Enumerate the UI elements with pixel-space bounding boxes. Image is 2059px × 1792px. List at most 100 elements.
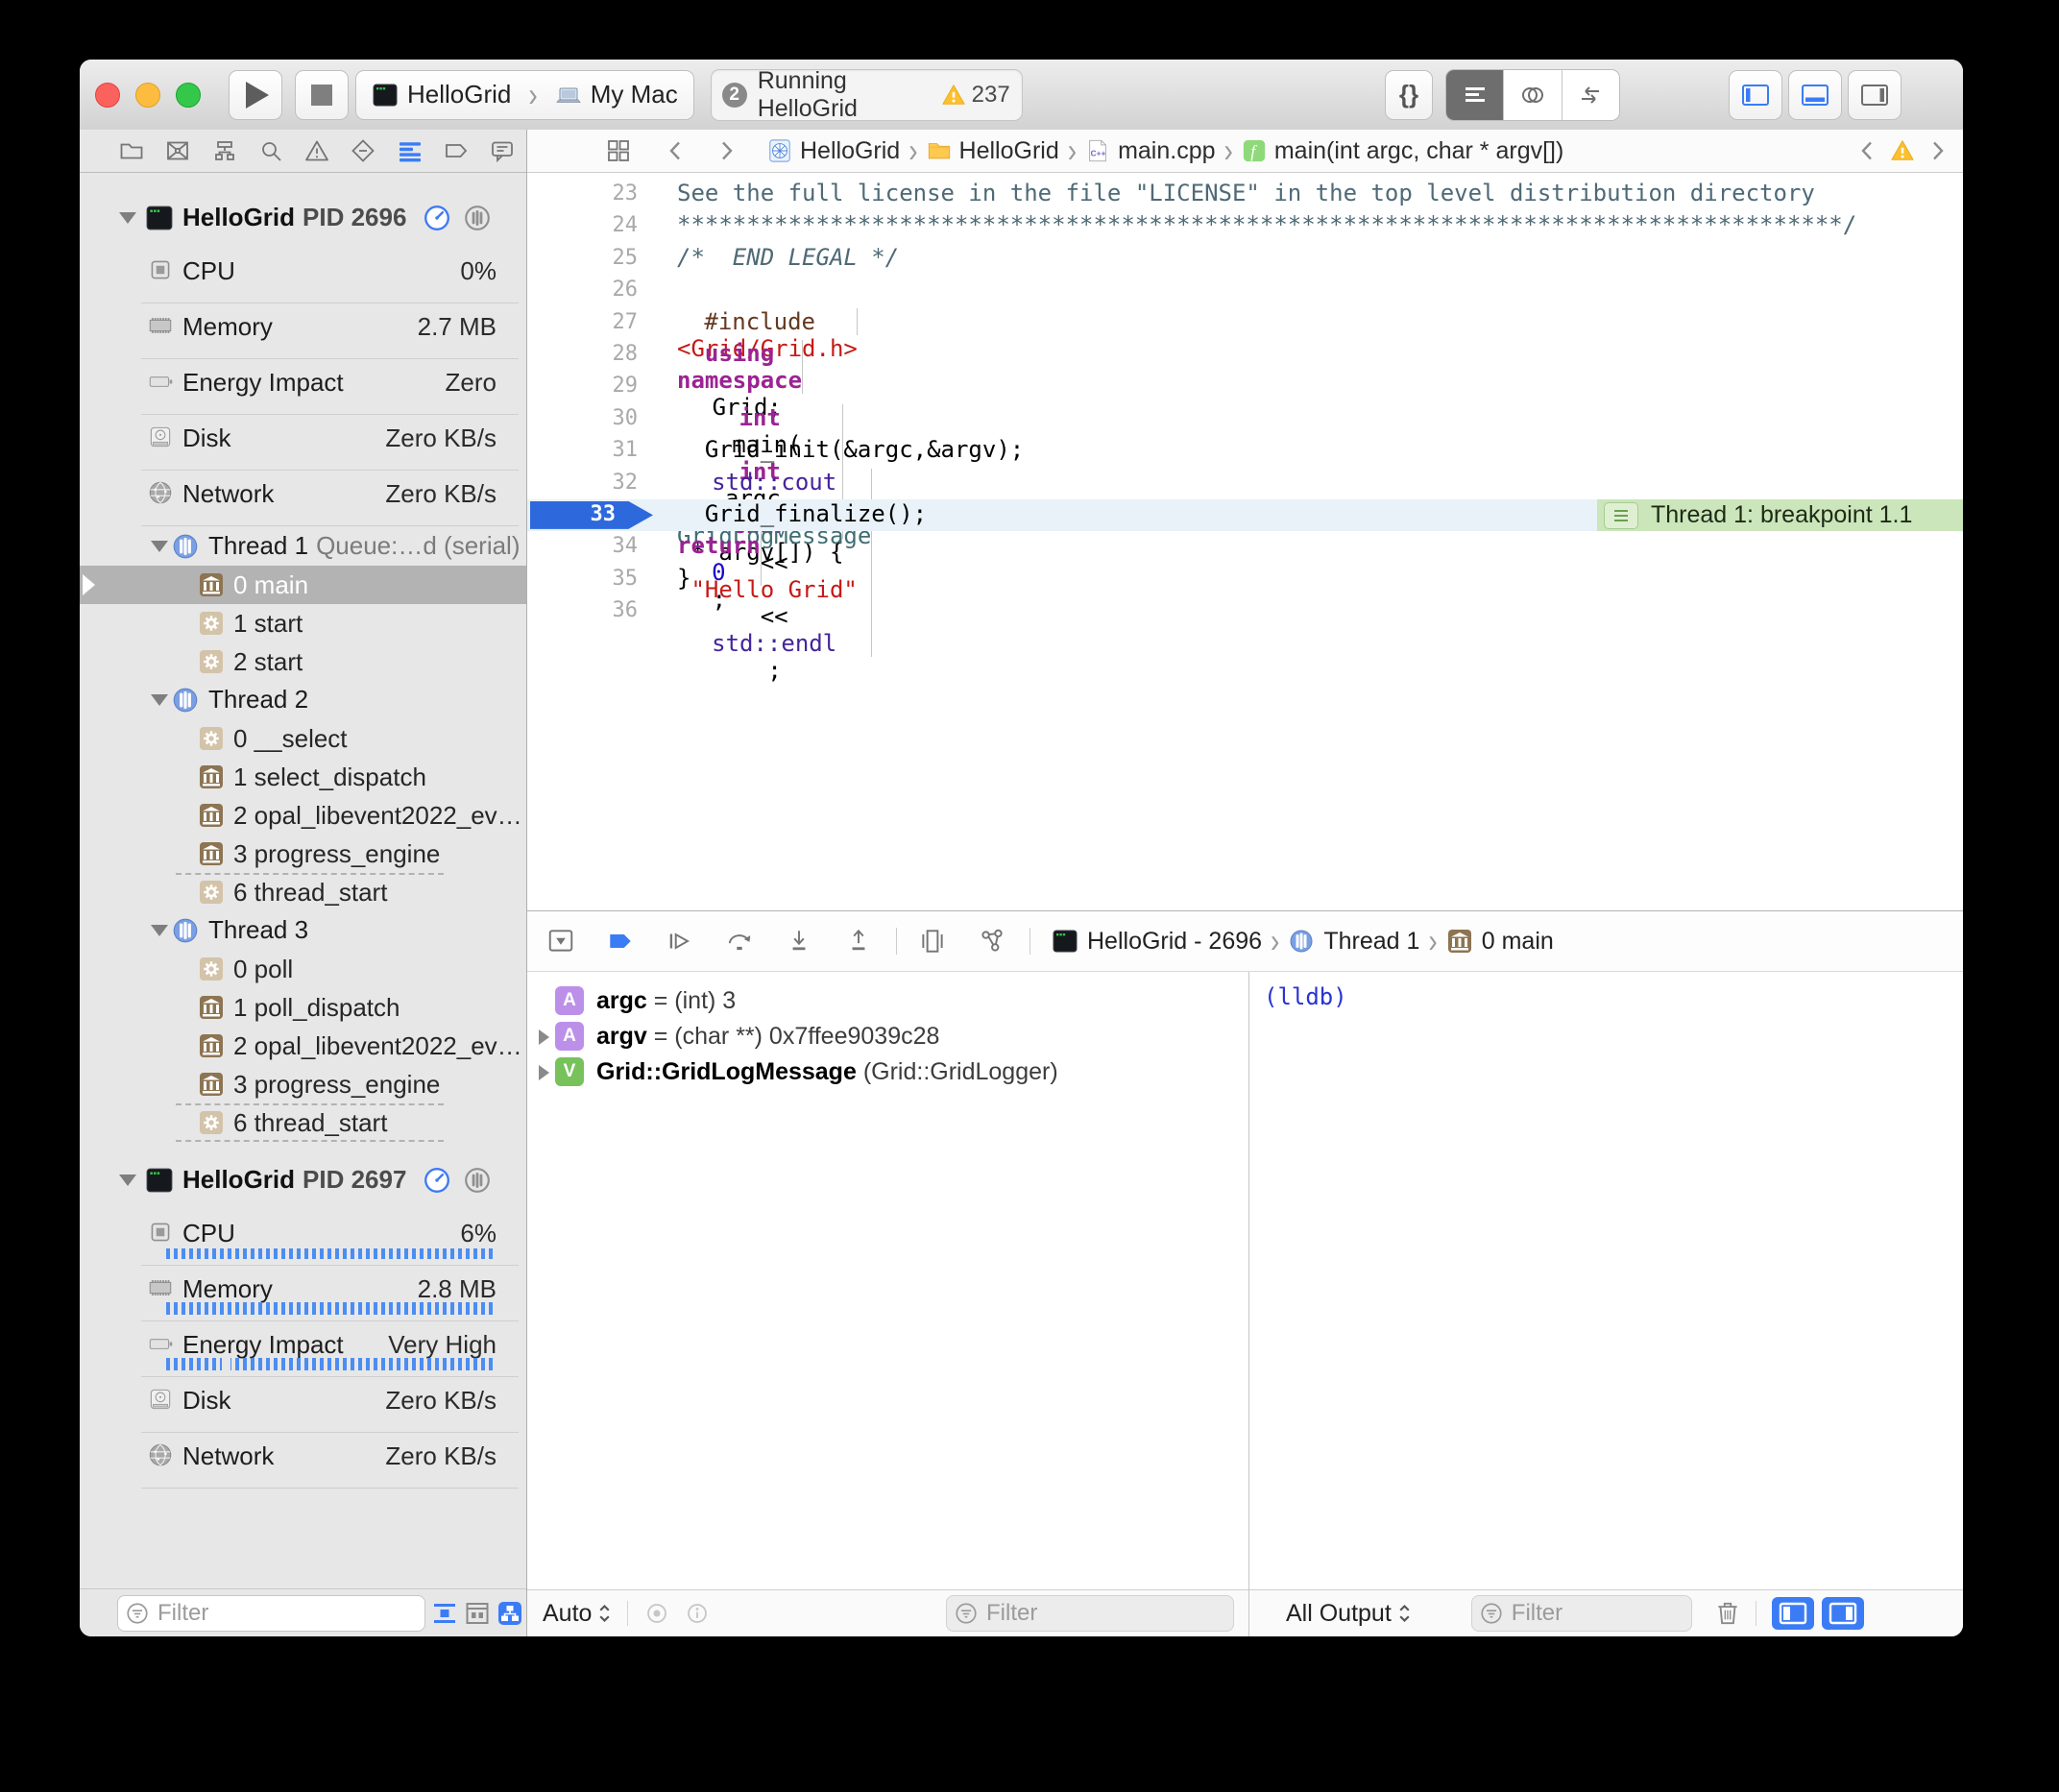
clear-console-icon[interactable]	[1713, 1599, 1742, 1628]
stack-frame-row[interactable]: 0 main	[80, 566, 526, 604]
toggle-console-view-button[interactable]	[1822, 1597, 1864, 1630]
stat-row-disk[interactable]: DiskZero KB/s	[80, 416, 526, 472]
issue-warning-icon[interactable]	[1890, 138, 1915, 163]
variable-row[interactable]: Aargv = (char **) 0x7ffee9039c28	[527, 1019, 1248, 1054]
code-line[interactable]: 31 Grid_init(&argc,&argv);	[527, 435, 1963, 467]
line-number-gutter[interactable]: 36	[527, 598, 638, 622]
stack-frame-row[interactable]: 3 progress_engine	[80, 835, 526, 873]
stack-frame-row[interactable]: 1 poll_dispatch	[80, 988, 526, 1027]
debug-view-hierarchy-icon[interactable]	[918, 927, 947, 956]
disclosure-triangle-icon[interactable]	[151, 694, 168, 706]
report-navigator-icon[interactable]	[490, 138, 515, 163]
forward-history-icon[interactable]	[714, 138, 739, 163]
line-number-gutter[interactable]: 23	[527, 182, 638, 206]
stack-frame-row[interactable]: 1 start	[80, 604, 526, 642]
line-number-gutter[interactable]: 31	[527, 438, 638, 462]
code-line[interactable]: Thread 1: breakpoint 1.133 Grid_finalize…	[527, 499, 1963, 531]
process-row[interactable]: HelloGridPID 2696	[80, 187, 526, 249]
line-number-gutter[interactable]: 24	[527, 213, 638, 237]
console-view[interactable]: (lldb)	[1249, 972, 1963, 1589]
activity-view[interactable]: 2 Running HelloGrid 237	[711, 69, 1023, 121]
source-control-navigator-icon[interactable]	[165, 138, 190, 163]
test-navigator-icon[interactable]	[351, 138, 375, 163]
zoom-window-button[interactable]	[176, 83, 201, 108]
variables-filter-field[interactable]: Filter	[946, 1595, 1234, 1632]
stat-row-disk[interactable]: DiskZero KB/s	[80, 1378, 526, 1434]
show-running-blocks-button[interactable]	[464, 1600, 491, 1627]
thread-row[interactable]: Thread 1Queue:…d (serial)	[80, 527, 526, 566]
memory-graph-icon[interactable]	[978, 927, 1006, 956]
debug-breadcrumb-thread[interactable]: Thread 1	[1288, 928, 1419, 956]
code-line[interactable]: 32 std::cout << GridLogMessage << "Hello…	[527, 468, 1963, 499]
code-line[interactable]: 27#include <Grid/Grid.h>	[527, 307, 1963, 339]
code-line[interactable]: 36	[527, 595, 1963, 627]
stack-frame-row[interactable]: 2 opal_libevent2022_ev…	[80, 1027, 526, 1065]
code-snippets-button[interactable]: {}	[1385, 70, 1433, 120]
disclosure-triangle-icon[interactable]	[539, 1029, 549, 1045]
variables-scope-popup[interactable]: Auto	[543, 1600, 612, 1628]
line-number-gutter[interactable]: 30	[527, 406, 638, 430]
breakpoint-annotation[interactable]: Thread 1: breakpoint 1.1	[1597, 499, 1963, 531]
next-issue-icon[interactable]	[1925, 138, 1950, 163]
toggle-inspector-button[interactable]	[1848, 70, 1902, 120]
stack-frame-row[interactable]: 0 __select	[80, 719, 526, 758]
variable-row[interactable]: VGrid::GridLogMessage (Grid::GridLogger)	[527, 1054, 1248, 1090]
scheme-selector[interactable]: HelloGrid › My Mac	[355, 70, 694, 120]
source-editor[interactable]: 23See the full license in the file "LICE…	[527, 173, 1963, 916]
code-line[interactable]: 26	[527, 275, 1963, 306]
issue-navigator-icon[interactable]	[304, 138, 329, 163]
code-line[interactable]: 24**************************************…	[527, 210, 1963, 242]
console-filter-field[interactable]: Filter	[1471, 1595, 1692, 1632]
assistant-editor-button[interactable]	[1504, 70, 1562, 120]
close-window-button[interactable]	[95, 83, 120, 108]
debug-pane-divider[interactable]	[1248, 972, 1249, 1636]
variable-row[interactable]: Aargc = (int) 3	[527, 983, 1248, 1019]
breakpoint-navigator-icon[interactable]	[444, 138, 469, 163]
toggle-navigator-button[interactable]	[1729, 70, 1782, 120]
hide-debug-area-icon[interactable]	[546, 927, 575, 956]
thread-row[interactable]: Thread 3	[80, 911, 526, 950]
stat-row-memory[interactable]: Memory2.8 MB	[80, 1267, 526, 1322]
breadcrumb-project[interactable]: HelloGrid	[767, 137, 900, 165]
variables-view[interactable]: Aargc = (int) 3Aargv = (char **) 0x7ffee…	[527, 972, 1248, 1589]
location-icon[interactable]	[643, 1600, 670, 1627]
debug-breadcrumb-process[interactable]: HelloGrid - 2696	[1052, 928, 1262, 956]
thread-row[interactable]: Thread 2	[80, 681, 526, 719]
stat-row-network[interactable]: NetworkZero KB/s	[80, 472, 526, 527]
line-number-gutter[interactable]: 35	[527, 567, 638, 591]
code-line[interactable]: 25/* END LEGAL */	[527, 243, 1963, 275]
stat-row-cpu[interactable]: CPU0%	[80, 249, 526, 304]
navigator-divider[interactable]	[526, 130, 527, 1636]
disclosure-triangle-icon[interactable]	[119, 1174, 136, 1186]
stat-row-memory[interactable]: Memory2.7 MB	[80, 304, 526, 360]
breadcrumb-group[interactable]: HelloGrid	[927, 137, 1059, 165]
line-number-gutter[interactable]: 26	[527, 278, 638, 302]
info-icon[interactable]	[684, 1600, 711, 1627]
stack-frame-row[interactable]: 3 progress_engine	[80, 1065, 526, 1103]
stack-frame-row[interactable]: 1 select_dispatch	[80, 758, 526, 796]
run-button[interactable]	[229, 70, 282, 120]
line-number-gutter[interactable]: 25	[527, 246, 638, 270]
step-out-icon[interactable]	[844, 927, 873, 956]
annotation-menu-button[interactable]	[1604, 502, 1638, 529]
line-number-gutter[interactable]: 29	[527, 374, 638, 398]
minimize-window-button[interactable]	[135, 83, 160, 108]
toggle-debug-area-button[interactable]	[1788, 70, 1842, 120]
related-items-icon[interactable]	[606, 138, 631, 163]
back-history-icon[interactable]	[664, 138, 689, 163]
code-line[interactable]: 34 return 0;	[527, 531, 1963, 563]
symbol-navigator-icon[interactable]	[212, 138, 237, 163]
line-number-gutter[interactable]: 33	[527, 502, 616, 526]
standard-editor-button[interactable]	[1446, 70, 1504, 120]
stack-frame-row[interactable]: 0 poll	[80, 950, 526, 988]
line-number-gutter[interactable]: 27	[527, 310, 638, 334]
view-process-by-queue-button[interactable]	[497, 1600, 523, 1627]
stack-frame-row[interactable]: 6 thread_start	[80, 1103, 526, 1142]
process-row[interactable]: HelloGridPID 2697	[80, 1150, 526, 1211]
code-line[interactable]: 30int main(int argc, char * argv[]) {	[527, 403, 1963, 435]
stat-row-network[interactable]: NetworkZero KB/s	[80, 1434, 526, 1489]
disclosure-triangle-icon[interactable]	[539, 1065, 549, 1080]
disclosure-triangle-icon[interactable]	[151, 925, 168, 936]
code-line[interactable]: 35}	[527, 564, 1963, 595]
breadcrumb-file[interactable]: C++ main.cpp	[1085, 137, 1215, 165]
